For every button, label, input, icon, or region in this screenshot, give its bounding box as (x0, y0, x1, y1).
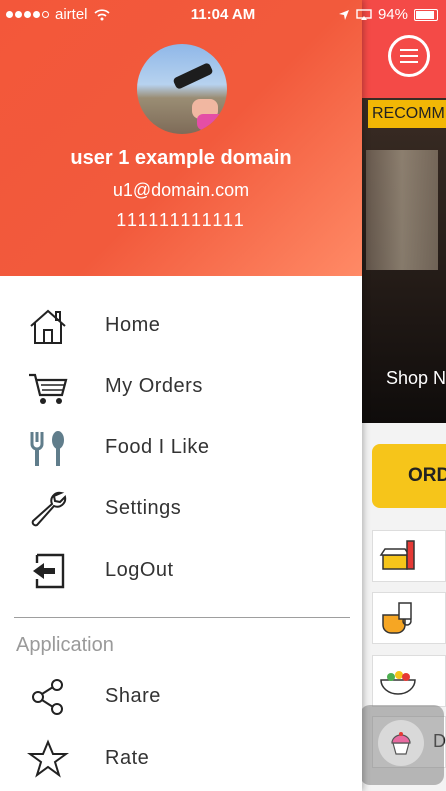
menu-button[interactable] (388, 35, 430, 77)
recommended-tag: RECOMM (368, 100, 446, 128)
home-icon (26, 306, 70, 346)
menu-item-label: My Orders (105, 375, 203, 397)
avatar[interactable] (137, 44, 227, 134)
menu-item-label: Settings (105, 497, 182, 519)
profile-header: user 1 example domain u1@domain.com 1111… (0, 0, 362, 276)
menu-item-food-i-like[interactable]: Food I Like (0, 422, 362, 474)
fork-spoon-icon (26, 428, 70, 468)
menu-item-label: Share (105, 685, 161, 707)
battery-icon (414, 8, 438, 21)
wrench-icon (26, 489, 70, 529)
hamburger-icon (400, 49, 418, 63)
category-tile[interactable] (372, 592, 446, 644)
divider (14, 617, 350, 618)
shop-now-text[interactable]: Shop N (386, 368, 446, 389)
status-bar: airtel 11:04 AM 94% (0, 0, 446, 30)
section-title: Application (16, 634, 114, 656)
menu-item-my-orders[interactable]: My Orders (0, 361, 362, 413)
user-name: user 1 example domain (70, 147, 292, 169)
menu-item-rate[interactable]: Rate (0, 733, 362, 785)
floating-cart-button[interactable] (360, 705, 444, 785)
menu-item-label: Food I Like (105, 436, 210, 458)
screen-mirror-icon (356, 8, 372, 20)
menu-item-share[interactable]: Share (0, 671, 362, 723)
menu-item-label: Rate (105, 747, 150, 769)
battery-percent: 94% (377, 6, 408, 23)
category-tile[interactable] (372, 655, 446, 707)
banner-window (366, 150, 438, 270)
user-email: u1@domain.com (112, 180, 250, 200)
takeaway-drink-icon (379, 540, 415, 570)
cupcake-icon (378, 720, 424, 766)
menu-item-settings[interactable]: Settings (0, 483, 362, 535)
category-tile[interactable] (372, 530, 446, 582)
logout-icon (26, 551, 70, 591)
navigation-drawer: user 1 example domain u1@domain.com 1111… (0, 0, 362, 791)
salad-bowl-icon (380, 671, 416, 695)
star-icon (26, 739, 70, 779)
user-phone: 111111111111 (116, 210, 246, 230)
menu-item-label: Home (105, 314, 161, 336)
cart-icon (26, 367, 70, 407)
menu-item-home[interactable]: Home (0, 300, 362, 352)
order-button[interactable]: ORD (372, 444, 446, 508)
menu-item-label: LogOut (105, 559, 174, 581)
status-right: 94% (338, 6, 438, 23)
share-icon (26, 677, 70, 717)
coffee-cup-icon (382, 602, 412, 634)
menu-item-logout[interactable]: LogOut (0, 545, 362, 597)
location-arrow-icon (338, 9, 349, 20)
